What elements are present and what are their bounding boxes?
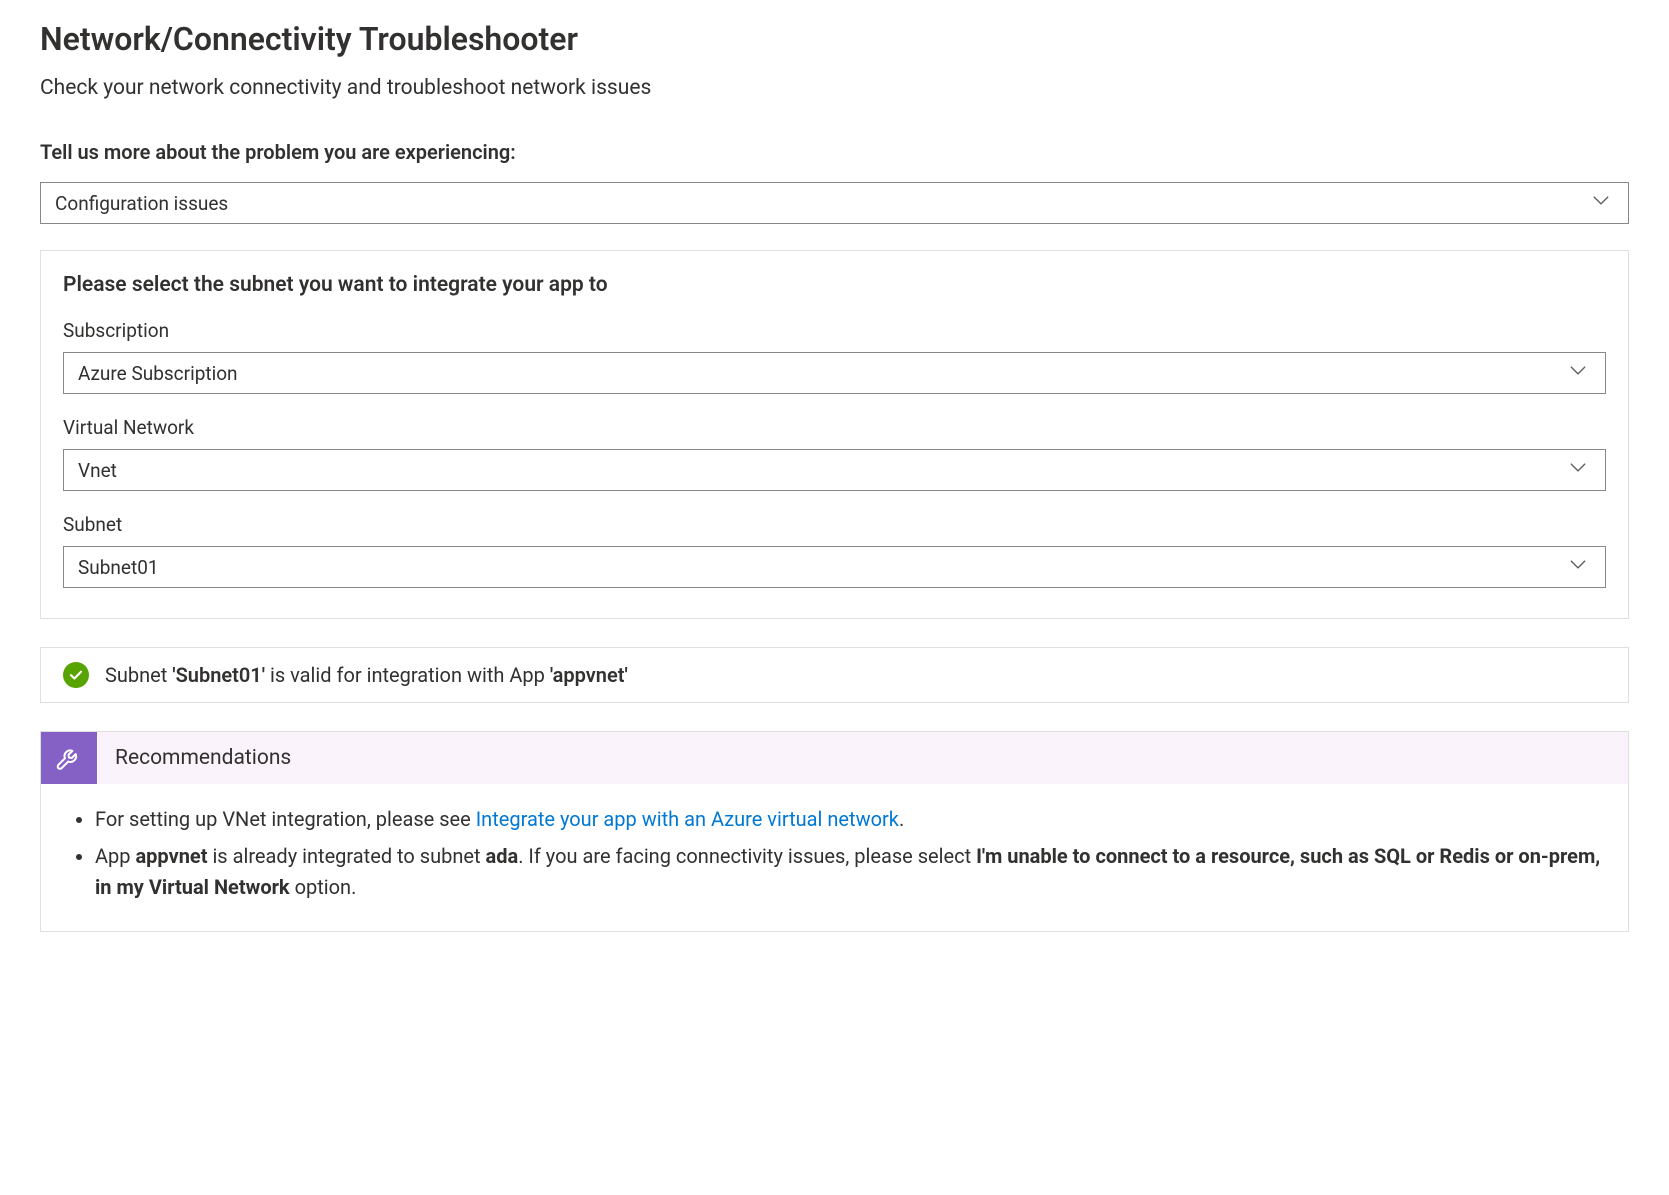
chevron-down-icon [1569, 556, 1587, 579]
subnet-label: Subnet [63, 513, 1606, 536]
subscription-dropdown[interactable]: Azure Subscription [63, 352, 1606, 394]
recommendations-title: Recommendations [97, 732, 309, 784]
success-check-icon [63, 662, 89, 688]
chevron-down-icon [1569, 362, 1587, 385]
chevron-down-icon [1592, 192, 1610, 215]
status-text: Subnet 'Subnet01' is valid for integrati… [105, 663, 628, 687]
subscription-dropdown-value: Azure Subscription [78, 362, 238, 385]
status-box: Subnet 'Subnet01' is valid for integrati… [40, 647, 1629, 703]
problem-label: Tell us more about the problem you are e… [40, 140, 1629, 164]
subnet-dropdown-value: Subnet01 [78, 556, 159, 579]
recommendations-header: Recommendations [41, 732, 1628, 784]
recommendations-box: Recommendations For setting up VNet inte… [40, 731, 1629, 932]
subnet-panel: Please select the subnet you want to int… [40, 250, 1629, 619]
problem-dropdown[interactable]: Configuration issues [40, 182, 1629, 224]
page-subtitle: Check your network connectivity and trou… [40, 76, 1629, 100]
recommendations-body: For setting up VNet integration, please … [41, 784, 1628, 931]
vnet-dropdown[interactable]: Vnet [63, 449, 1606, 491]
subnet-dropdown[interactable]: Subnet01 [63, 546, 1606, 588]
page-title: Network/Connectivity Troubleshooter [40, 20, 1629, 58]
recommendation-item: For setting up VNet integration, please … [95, 804, 1602, 835]
chevron-down-icon [1569, 459, 1587, 482]
subscription-label: Subscription [63, 319, 1606, 342]
vnet-dropdown-value: Vnet [78, 459, 117, 482]
wrench-icon [41, 732, 97, 784]
subnet-panel-title: Please select the subnet you want to int… [63, 273, 1606, 297]
problem-dropdown-value: Configuration issues [55, 192, 228, 215]
vnet-integration-link[interactable]: Integrate your app with an Azure virtual… [476, 807, 899, 831]
vnet-label: Virtual Network [63, 416, 1606, 439]
recommendation-item: App appvnet is already integrated to sub… [95, 841, 1602, 903]
